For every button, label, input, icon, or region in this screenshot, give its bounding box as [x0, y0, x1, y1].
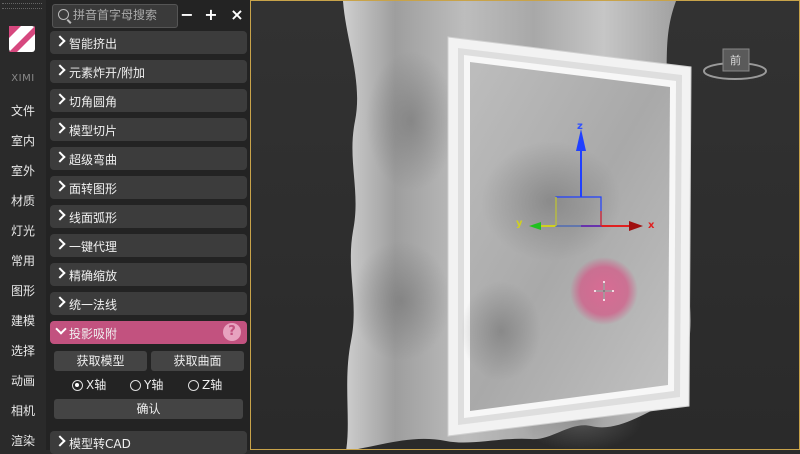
chevron-right-icon: [54, 35, 66, 47]
chevron-down-icon: [55, 323, 67, 335]
nav-outdoor[interactable]: 室外: [0, 162, 46, 179]
menu-item-label: 超级弯曲: [69, 153, 118, 167]
menu-item-label: 智能挤出: [69, 37, 118, 51]
menu-item[interactable]: 超级弯曲: [50, 147, 247, 170]
chevron-right-icon: [54, 267, 66, 279]
3d-viewport[interactable]: z y x 前: [250, 0, 800, 450]
y-axis-label: y: [516, 218, 523, 229]
nav-camera[interactable]: 相机: [0, 402, 46, 419]
search-icon: [58, 9, 69, 20]
menu-item-label: 面转图形: [69, 182, 118, 196]
menu-item[interactable]: 元素炸开/附加: [50, 60, 247, 83]
radio-label: X轴: [86, 378, 107, 392]
chevron-right-icon: [54, 435, 66, 447]
projection-snap-header[interactable]: 投影吸附 ?: [50, 321, 247, 344]
radio-icon: [188, 380, 199, 391]
nav-material[interactable]: 材质: [0, 192, 46, 209]
nav-render[interactable]: 渲染: [0, 432, 46, 449]
confirm-button[interactable]: 确认: [54, 399, 243, 419]
viewcube-front-label: 前: [730, 53, 741, 67]
menu-item-label: 统一法线: [69, 298, 118, 312]
nav-file[interactable]: 文件: [0, 102, 46, 119]
nav-indoor[interactable]: 室内: [0, 132, 46, 149]
menu-item[interactable]: 面转图形: [50, 176, 247, 199]
radio-y-axis[interactable]: Y轴: [130, 376, 163, 393]
drag-handle[interactable]: [2, 3, 42, 9]
search-box[interactable]: [52, 4, 178, 28]
z-axis-label: z: [577, 121, 583, 132]
menu-item-label: 元素炸开/附加: [69, 66, 146, 80]
menu-item-label: 切角圆角: [69, 95, 118, 109]
radio-label: Z轴: [202, 378, 223, 392]
viewcube[interactable]: 前: [703, 45, 771, 85]
app-window: XIMI 文件 室内 室外 材质 灯光 常用 图形 建模 选择 动画 相机 渲染…: [0, 0, 800, 454]
picture-frame: [447, 36, 692, 437]
menu-item[interactable]: 切角圆角: [50, 89, 247, 112]
chevron-right-icon: [54, 296, 66, 308]
nav-common[interactable]: 常用: [0, 252, 46, 269]
menu-item-label: 模型转CAD: [69, 437, 131, 451]
get-surface-button[interactable]: 获取曲面: [151, 351, 244, 371]
close-icon[interactable]: ×: [228, 5, 246, 25]
menu-item-label: 线面弧形: [69, 211, 118, 225]
menu-item[interactable]: 一键代理: [50, 234, 247, 257]
radio-icon: [130, 380, 141, 391]
nav-shape[interactable]: 图形: [0, 282, 46, 299]
chevron-right-icon: [54, 238, 66, 250]
nav-light[interactable]: 灯光: [0, 222, 46, 239]
left-toolbar: XIMI 文件 室内 室外 材质 灯光 常用 图形 建模 选择 动画 相机 渲染: [0, 0, 47, 450]
chevron-right-icon: [54, 209, 66, 221]
ximi-logo: [9, 26, 35, 52]
menu-item[interactable]: 统一法线: [50, 292, 247, 315]
menu-item-label: 精确缩放: [69, 269, 118, 283]
search-input[interactable]: [73, 7, 171, 23]
chevron-right-icon: [54, 180, 66, 192]
x-axis-label: x: [648, 220, 655, 231]
radio-x-axis[interactable]: X轴: [72, 376, 106, 393]
menu-item[interactable]: 模型切片: [50, 118, 247, 141]
nav-select[interactable]: 选择: [0, 342, 46, 359]
get-model-button[interactable]: 获取模型: [54, 351, 147, 371]
chevron-right-icon: [54, 93, 66, 105]
menu-item-label: 模型切片: [69, 124, 118, 138]
menu-item[interactable]: 精确缩放: [50, 263, 247, 286]
radio-z-axis[interactable]: Z轴: [188, 376, 222, 393]
menu-item[interactable]: 模型转CAD: [50, 431, 247, 454]
collapse-all-button[interactable]: −: [178, 5, 196, 25]
chevron-right-icon: [54, 64, 66, 76]
chevron-right-icon: [54, 151, 66, 163]
radio-icon: [72, 380, 83, 391]
brand-label: XIMI: [11, 73, 35, 84]
help-icon[interactable]: ?: [223, 323, 241, 341]
menu-item-label: 一键代理: [69, 240, 118, 254]
radio-label: Y轴: [144, 378, 164, 392]
expand-all-button[interactable]: +: [202, 5, 220, 25]
plugin-panel: − + × 智能挤出 元素炸开/附加 切角圆角 模型切片 超级弯曲 面转图形 线…: [46, 0, 250, 454]
menu-item[interactable]: 线面弧形: [50, 205, 247, 228]
nav-animation[interactable]: 动画: [0, 372, 46, 389]
search-toolbar: − + ×: [50, 4, 250, 28]
chevron-right-icon: [54, 122, 66, 134]
cursor-highlight: [570, 257, 638, 325]
menu-item[interactable]: 智能挤出: [50, 31, 247, 54]
section-title: 投影吸附: [69, 327, 118, 341]
nav-modeling[interactable]: 建模: [0, 312, 46, 329]
